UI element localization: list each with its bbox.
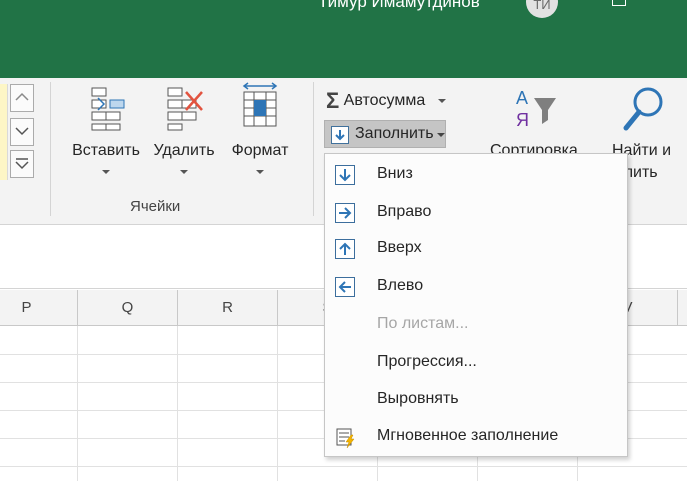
gallery-scroll-up-button[interactable]: [10, 84, 34, 112]
grid-line: [177, 326, 178, 481]
menu-item-label: Выровнять: [377, 390, 459, 407]
format-label: Формат: [231, 142, 289, 159]
menu-item-series[interactable]: Прогрессия...: [325, 344, 627, 382]
group-separator: [50, 82, 51, 216]
grid-line: [77, 326, 78, 481]
autosum-dropdown-caret: [437, 99, 446, 103]
sigma-icon: Σ: [326, 88, 340, 113]
fill-button[interactable]: Заполнить: [324, 120, 446, 148]
gallery-more-button[interactable]: [10, 150, 34, 178]
gallery-scroll-down-button[interactable]: [10, 118, 34, 146]
format-cells-button[interactable]: Формат: [224, 78, 296, 188]
autosum-label: Автосумма: [343, 92, 426, 109]
column-header-q[interactable]: Q: [78, 290, 178, 326]
chevron-down-icon: [15, 127, 29, 136]
fill-dropdown-menu: Вниз Вправо Вверх Влево По листам... Про…: [324, 153, 628, 457]
grid-line: [0, 466, 687, 467]
chevron-up-icon: [15, 92, 29, 101]
delete-cells-button[interactable]: Удалить: [148, 78, 220, 188]
arrow-right-icon: [335, 203, 355, 223]
cells-group-label: Ячейки: [130, 198, 181, 215]
menu-item-label: Мгновенное заполнение: [377, 427, 559, 444]
more-icon: [15, 158, 29, 170]
menu-item-label: Вниз: [377, 165, 413, 182]
fill-dropdown-caret: [437, 133, 445, 137]
insert-cells-button[interactable]: Вставить: [62, 78, 150, 188]
delete-label: Удалить: [153, 142, 215, 159]
user-name[interactable]: Тимур Имамутдинов: [318, 0, 480, 12]
fill-down-icon: [331, 126, 349, 144]
menu-item-across-worksheets: По листам...: [325, 306, 627, 344]
delete-dropdown-caret: [180, 170, 188, 174]
insert-label: Вставить: [72, 142, 140, 159]
fill-label: Заполнить: [355, 125, 434, 142]
menu-item-label: Прогрессия...: [377, 353, 477, 370]
format-cells-icon: [242, 82, 278, 127]
menu-item-fill-right[interactable]: Вправо: [325, 194, 627, 232]
autosum-button[interactable]: Σ Автосумма: [326, 88, 446, 114]
menu-item-label: Вверх: [377, 239, 422, 256]
sort-filter-icon: A Я: [516, 88, 556, 130]
menu-item-label: Вправо: [377, 203, 432, 220]
arrow-down-icon: [335, 165, 355, 185]
menu-item-justify[interactable]: Выровнять: [325, 381, 627, 419]
title-bar: Тимур Имамутдинов ТИ: [0, 0, 687, 78]
menu-item-flash-fill[interactable]: Мгновенное заполнение: [325, 418, 627, 456]
arrow-up-icon: [335, 239, 355, 259]
grid-line: [277, 326, 278, 481]
arrow-left-icon: [335, 277, 355, 297]
format-dropdown-caret: [256, 170, 264, 174]
flash-fill-icon: [335, 427, 355, 449]
insert-dropdown-caret: [102, 170, 110, 174]
column-header-p[interactable]: P: [0, 290, 78, 326]
ribbon-display-options-icon[interactable]: [612, 0, 626, 6]
svg-text:Я: Я: [516, 110, 529, 130]
avatar[interactable]: ТИ: [526, 0, 558, 18]
group-separator: [313, 82, 314, 216]
menu-item-label: Влево: [377, 277, 424, 294]
menu-item-fill-left[interactable]: Влево: [325, 268, 627, 306]
cell-styles-gallery[interactable]: [0, 84, 8, 180]
magnifier-icon: [623, 87, 663, 131]
menu-item-fill-down[interactable]: Вниз: [325, 156, 627, 194]
menu-item-label: По листам...: [377, 315, 469, 332]
column-header-r[interactable]: R: [178, 290, 278, 326]
svg-text:A: A: [516, 88, 528, 108]
delete-cells-icon: [167, 87, 203, 131]
insert-cells-icon: [91, 87, 125, 131]
menu-item-fill-up[interactable]: Вверх: [325, 230, 627, 268]
